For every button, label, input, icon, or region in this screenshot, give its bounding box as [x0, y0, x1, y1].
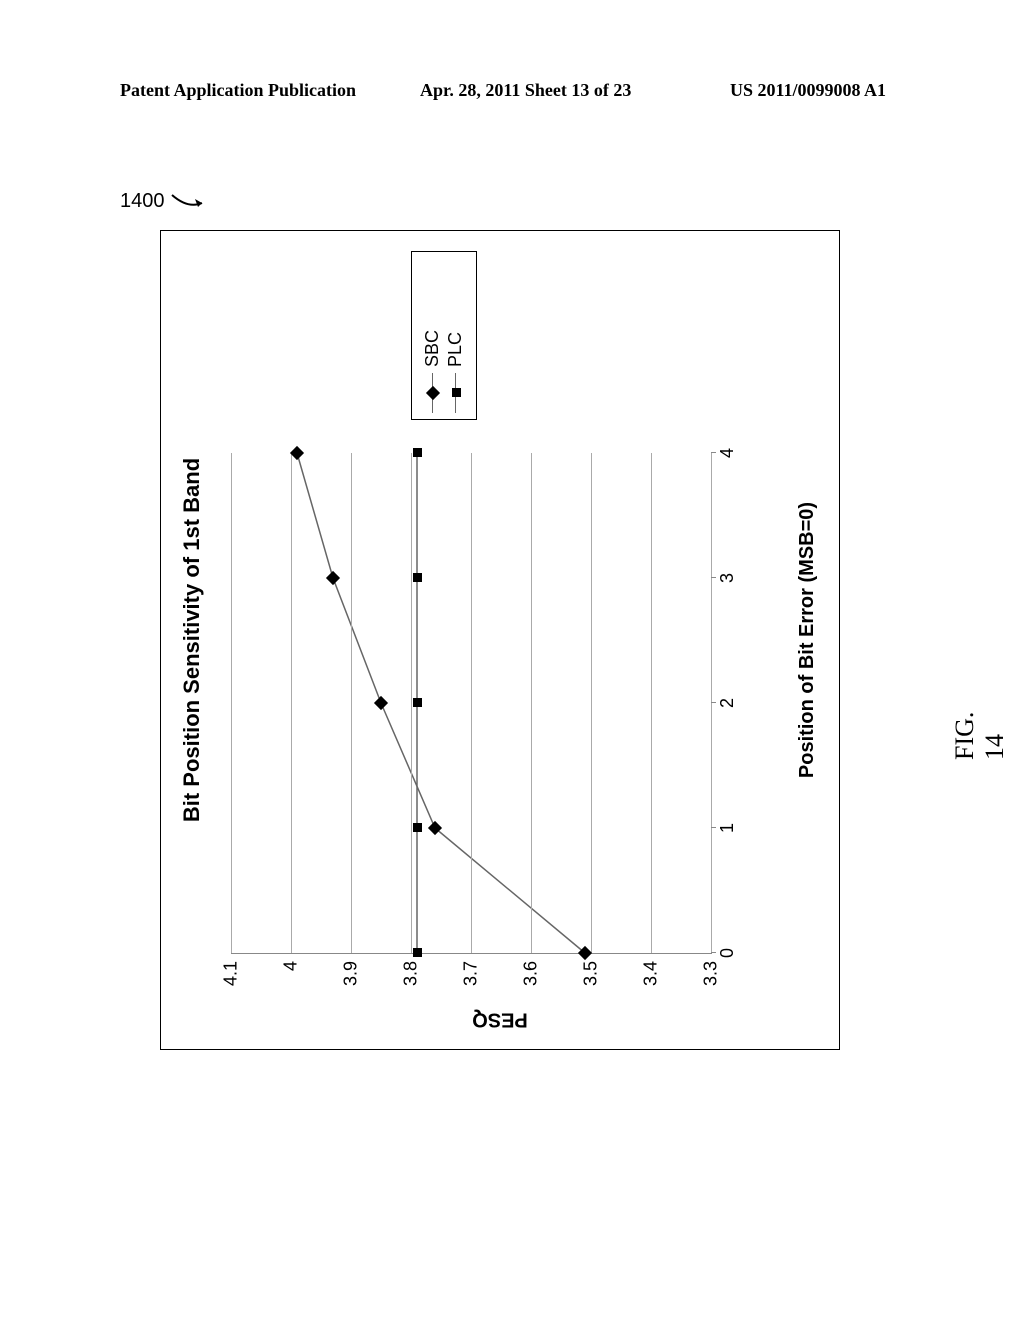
x-tick-mark — [711, 577, 716, 578]
y-tick-label: 4 — [281, 961, 302, 971]
gridline — [291, 453, 292, 953]
figure-ref-text: 1400 — [120, 190, 165, 212]
x-tick-mark — [711, 702, 716, 703]
square-icon — [413, 574, 422, 583]
arrow-icon — [170, 191, 210, 213]
chart-container: Bit Position Sensitivity of 1st Band PES… — [160, 230, 840, 1050]
gridline — [591, 453, 592, 953]
x-tick-mark — [711, 952, 716, 953]
x-axis-label: Position of Bit Error (MSB=0) — [796, 502, 819, 778]
chart-rotated-wrapper: Bit Position Sensitivity of 1st Band PES… — [160, 230, 840, 1050]
gridline — [651, 453, 652, 953]
y-axis-label: PESQ — [472, 1008, 528, 1031]
y-tick-label: 3.8 — [401, 961, 422, 986]
chart-title: Bit Position Sensitivity of 1st Band — [179, 231, 205, 1049]
header-right-text: US 2011/0099008 A1 — [730, 80, 886, 101]
x-tick-mark — [711, 827, 716, 828]
square-icon — [452, 389, 461, 398]
x-tick-label: 2 — [717, 698, 738, 708]
y-tick-label: 3.5 — [581, 961, 602, 986]
y-tick-label: 3.7 — [461, 961, 482, 986]
y-tick-label: 4.1 — [221, 961, 242, 986]
header-left-text: Patent Application Publication — [120, 80, 356, 101]
x-tick-label: 4 — [717, 448, 738, 458]
square-icon — [413, 449, 422, 458]
gridline — [471, 453, 472, 953]
diamond-icon — [426, 386, 440, 400]
gridline — [231, 453, 232, 953]
square-icon — [413, 949, 422, 958]
legend-label-sbc: SBC — [422, 330, 443, 367]
square-icon — [413, 699, 422, 708]
x-tick-mark — [711, 452, 716, 453]
y-tick-label: 3.6 — [521, 961, 542, 986]
gridline — [351, 453, 352, 953]
y-tick-label: 3.3 — [701, 961, 722, 986]
x-tick-label: 3 — [717, 573, 738, 583]
legend-box: SBC PLC — [411, 251, 477, 420]
legend-line-sbc — [432, 373, 433, 413]
figure-reference-number: 1400 — [120, 190, 210, 213]
plot-region: 3.33.43.53.63.73.83.944.101234 — [231, 453, 712, 954]
header-mid-text: Apr. 28, 2011 Sheet 13 of 23 — [420, 80, 631, 101]
series-line — [297, 453, 585, 953]
x-tick-label: 1 — [717, 823, 738, 833]
figure-caption: FIG. 14 — [950, 712, 1010, 760]
gridline — [711, 453, 712, 953]
x-tick-label: 0 — [717, 948, 738, 958]
legend-entry-sbc: SBC — [422, 258, 443, 413]
y-tick-label: 3.4 — [641, 961, 662, 986]
figure-area: 1400 Bit Position Sensitivity of 1st Ban… — [120, 180, 880, 1080]
legend-line-plc — [455, 373, 456, 413]
gridline — [531, 453, 532, 953]
square-icon — [413, 824, 422, 833]
y-tick-label: 3.9 — [341, 961, 362, 986]
legend-entry-plc: PLC — [445, 258, 466, 413]
legend-label-plc: PLC — [445, 332, 466, 367]
